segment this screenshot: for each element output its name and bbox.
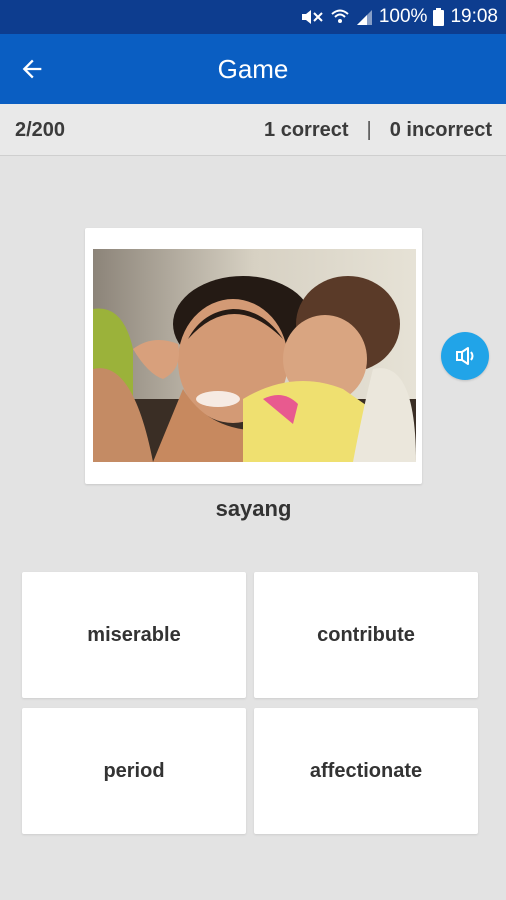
- mute-icon: [299, 8, 325, 26]
- question-card: [85, 228, 422, 484]
- clock: 19:08: [450, 6, 498, 27]
- status-bar: 100% 19:08: [0, 0, 506, 34]
- score-summary: 1 correct | 0 incorrect: [264, 104, 492, 156]
- battery-icon: [433, 8, 445, 26]
- speaker-icon: [456, 347, 474, 365]
- score-bar: 2/200 1 correct | 0 incorrect: [0, 104, 506, 156]
- answer-option-4[interactable]: affectionate: [254, 708, 478, 834]
- battery-percent: 100%: [378, 6, 428, 27]
- play-sound-button[interactable]: [441, 332, 489, 380]
- answer-option-3[interactable]: period: [22, 708, 246, 834]
- answer-option-1[interactable]: miserable: [22, 572, 246, 698]
- incorrect-count: 0 incorrect: [389, 119, 492, 141]
- answer-option-2[interactable]: contribute: [254, 572, 478, 698]
- signal-icon: [355, 8, 373, 26]
- correct-count: 1 correct: [264, 119, 349, 141]
- status-icons: 100% 19:08: [299, 0, 498, 34]
- question-word: sayang: [215, 496, 292, 521]
- question-progress: 2/200: [15, 119, 66, 141]
- page-title: Game: [217, 54, 289, 84]
- wifi-icon: [331, 8, 349, 26]
- score-separator: |: [366, 119, 372, 141]
- app-bar: Game: [0, 34, 506, 104]
- mother-hugging-baby-photo: [93, 249, 416, 462]
